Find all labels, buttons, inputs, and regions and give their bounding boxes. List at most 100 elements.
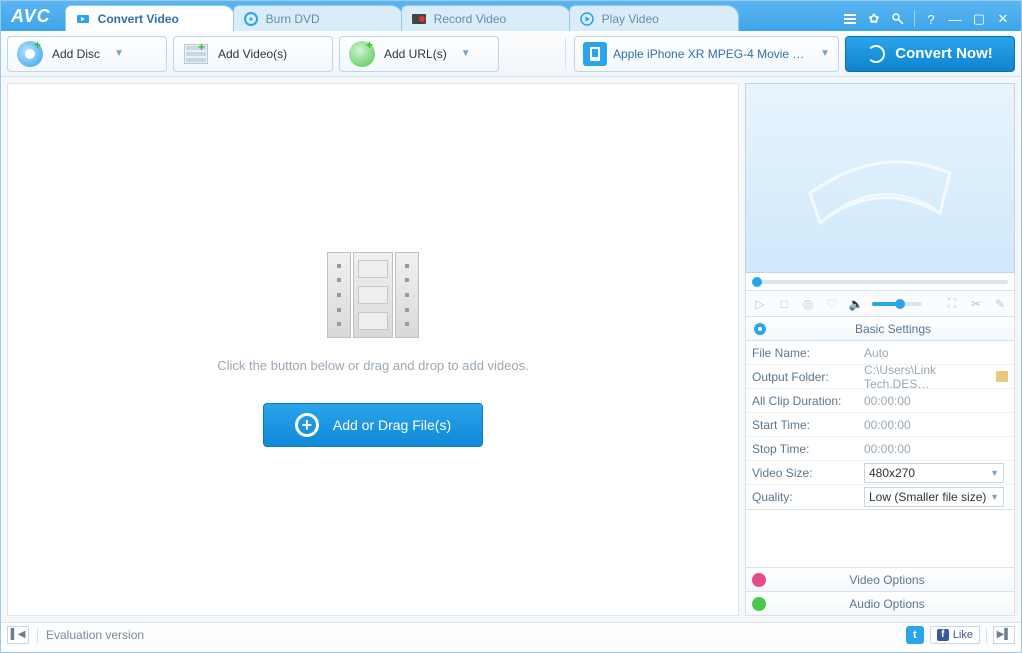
section-title: Video Options (766, 573, 1008, 587)
key-icon[interactable] (890, 11, 906, 27)
setting-row-quality: Quality: Low (Smaller file size)▼ (746, 485, 1014, 509)
tab-convert-video[interactable]: Convert Video (65, 5, 235, 31)
chevron-down-icon: ▼ (814, 48, 830, 59)
divider (37, 627, 38, 643)
video-options-header[interactable]: Video Options (745, 568, 1015, 592)
chevron-down-icon: ▼ (990, 468, 999, 478)
chevron-down-icon: ▼ (990, 492, 999, 502)
setting-value[interactable]: C:\Users\Link Tech.DES… (858, 363, 1014, 391)
tab-label: Convert Video (98, 12, 179, 26)
setting-key: Start Time: (746, 418, 858, 432)
status-text: Evaluation version (46, 628, 144, 642)
crop-icon[interactable]: ⛶ (944, 296, 960, 312)
section-title: Audio Options (766, 597, 1008, 611)
setting-key: Quality: (746, 490, 858, 504)
snapshot-icon[interactable]: ◎ (800, 296, 816, 312)
setting-row-stop-time: Stop Time: 00:00:00 (746, 437, 1014, 461)
button-label: Add or Drag File(s) (333, 417, 451, 433)
refresh-icon (867, 45, 885, 63)
settings-spacer (745, 510, 1015, 568)
add-disc-button[interactable]: + Add Disc ▼ (7, 36, 167, 72)
output-preset-dropdown[interactable]: Apple iPhone XR MPEG-4 Movie (*.m… ▼ (574, 36, 839, 72)
setting-key: Video Size: (746, 466, 858, 480)
film-watermark-icon (790, 123, 970, 233)
convert-icon (76, 12, 90, 26)
close-icon[interactable]: ✕ (995, 11, 1011, 27)
button-label: Convert Now! (895, 45, 993, 62)
cut-icon[interactable]: ✂ (968, 296, 984, 312)
folder-icon[interactable] (996, 371, 1008, 382)
divider (914, 11, 915, 27)
tab-label: Record Video (434, 12, 507, 26)
seek-bar[interactable] (745, 273, 1015, 291)
twitter-button[interactable]: t (906, 626, 924, 644)
setting-row-file-name: File Name: Auto (746, 341, 1014, 365)
facebook-like-button[interactable]: fLike (930, 626, 980, 644)
minimize-icon[interactable]: — (947, 11, 963, 27)
video-size-select[interactable]: 480x270▼ (864, 463, 1004, 483)
gear-icon[interactable]: ✿ (866, 11, 882, 27)
setting-row-start-time: Start Time: 00:00:00 (746, 413, 1014, 437)
chevron-down-icon: ▼ (455, 48, 471, 59)
film-plus-icon: + (182, 40, 210, 68)
basic-settings-table: File Name: Auto Output Folder: C:\Users\… (745, 341, 1015, 510)
record-icon (412, 12, 426, 26)
section-title: Basic Settings (778, 322, 1008, 336)
app-logo: AVC (1, 6, 65, 31)
plus-circle-icon: + (295, 413, 319, 437)
player-controls: ▷ □ ◎ ♡ 🔈 ⛶ ✂ ✎ (745, 291, 1015, 317)
heart-icon[interactable]: ♡ (824, 296, 840, 312)
button-label: Add URL(s) (384, 47, 447, 61)
button-label: Add Disc (52, 47, 100, 61)
divider (986, 627, 987, 643)
setting-value[interactable]: 00:00:00 (858, 418, 1014, 432)
setting-key: Stop Time: (746, 442, 858, 456)
tab-strip: Convert Video Burn DVD Record Video Play… (65, 1, 836, 31)
prev-page-button[interactable]: ▌◀ (7, 626, 29, 644)
add-urls-button[interactable]: + Add URL(s) ▼ (339, 36, 499, 72)
setting-value: 00:00:00 (858, 394, 1014, 408)
disc-icon (244, 12, 258, 26)
title-bar: AVC Convert Video Burn DVD Record Video … (1, 1, 1021, 31)
setting-row-output-folder: Output Folder: C:\Users\Link Tech.DES… (746, 365, 1014, 389)
seek-thumb[interactable] (752, 277, 762, 287)
separator (565, 38, 566, 70)
right-panel: ▷ □ ◎ ♡ 🔈 ⛶ ✂ ✎ Basic Settings File Name… (745, 83, 1015, 616)
next-page-button[interactable]: ▶▌ (993, 626, 1015, 644)
volume-slider[interactable] (872, 302, 922, 306)
chevron-down-icon: ▼ (108, 48, 124, 59)
globe-plus-icon: + (348, 40, 376, 68)
effects-icon[interactable]: ✎ (992, 296, 1008, 312)
add-videos-button[interactable]: + Add Video(s) (173, 36, 333, 72)
audio-options-icon (752, 597, 766, 611)
convert-now-button[interactable]: Convert Now! (845, 36, 1015, 72)
setting-value[interactable]: 00:00:00 (858, 442, 1014, 456)
setting-row-video-size: Video Size: 480x270▼ (746, 461, 1014, 485)
add-or-drag-files-button[interactable]: + Add or Drag File(s) (263, 403, 483, 447)
drop-zone[interactable]: Click the button below or drag and drop … (7, 83, 739, 616)
button-label: Add Video(s) (218, 47, 287, 61)
settings-icon (752, 321, 768, 337)
tab-record-video[interactable]: Record Video (401, 5, 571, 31)
setting-key: File Name: (746, 346, 858, 360)
disc-plus-icon: + (16, 40, 44, 68)
tab-burn-dvd[interactable]: Burn DVD (233, 5, 403, 31)
tab-play-video[interactable]: Play Video (569, 5, 739, 31)
volume-icon[interactable]: 🔈 (848, 296, 864, 312)
preview-panel (745, 83, 1015, 273)
filmstrip-illustration (327, 252, 419, 338)
setting-key: All Clip Duration: (746, 394, 858, 408)
play-icon[interactable]: ▷ (752, 296, 768, 312)
help-icon[interactable]: ? (923, 11, 939, 27)
status-bar: ▌◀ Evaluation version t fLike ▶▌ (1, 622, 1021, 646)
window-buttons: ✿ ? — ▢ ✕ (836, 11, 1021, 31)
menu-icon[interactable] (842, 11, 858, 27)
setting-value[interactable]: Auto (858, 346, 1014, 360)
preset-label: Apple iPhone XR MPEG-4 Movie (*.m… (613, 47, 808, 61)
audio-options-header[interactable]: Audio Options (745, 592, 1015, 616)
stop-icon[interactable]: □ (776, 296, 792, 312)
quality-select[interactable]: Low (Smaller file size)▼ (864, 487, 1004, 507)
maximize-icon[interactable]: ▢ (971, 11, 987, 27)
tab-label: Burn DVD (266, 12, 320, 26)
basic-settings-header[interactable]: Basic Settings (745, 317, 1015, 341)
